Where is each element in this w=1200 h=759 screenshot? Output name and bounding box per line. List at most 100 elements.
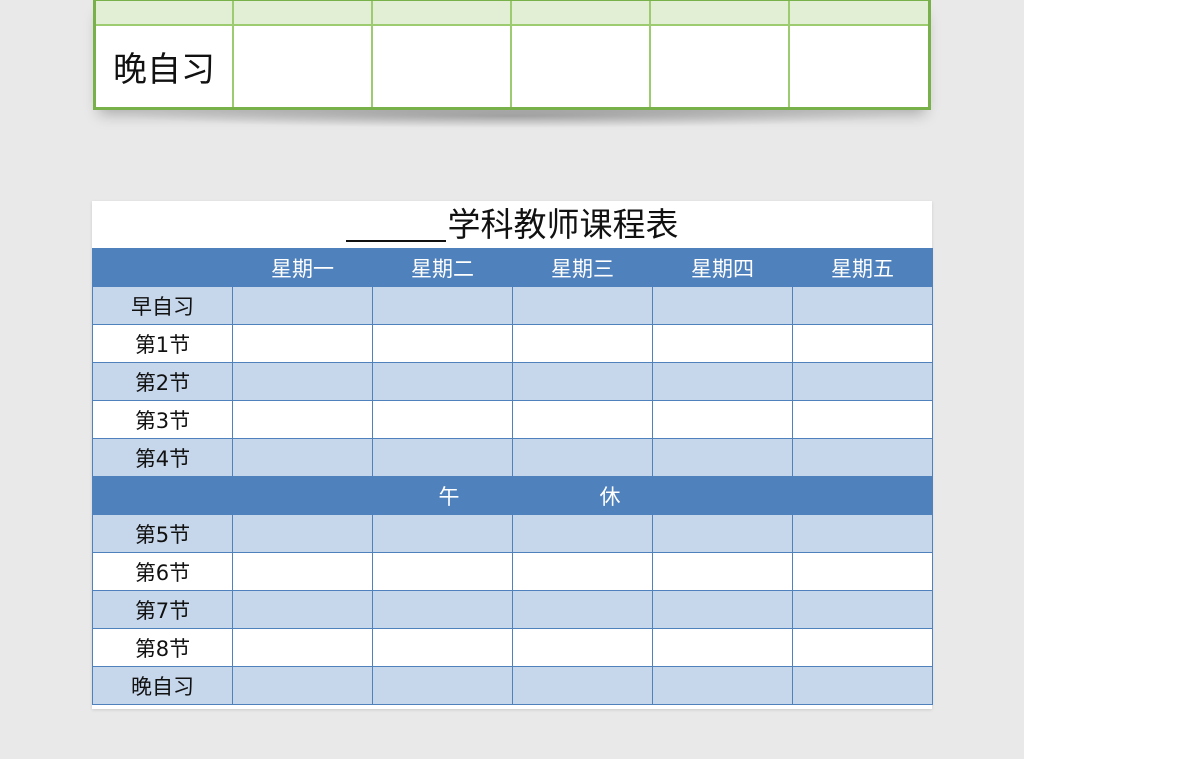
period-label[interactable]: 第8节 bbox=[92, 628, 233, 667]
schedule-cell[interactable] bbox=[372, 628, 513, 667]
green-schedule-table: 晚自习 bbox=[93, 0, 931, 110]
day-header[interactable]: 星期三 bbox=[512, 248, 653, 287]
schedule-cell[interactable] bbox=[512, 666, 653, 705]
schedule-title: 学科教师课程表 bbox=[447, 205, 679, 244]
schedule-cell[interactable] bbox=[652, 666, 793, 705]
table-row: 第6节 bbox=[92, 552, 933, 591]
schedule-grid: 星期一 星期二 星期三 星期四 星期五 早自习 第1节 第2节 第3节 第4节 … bbox=[92, 248, 933, 705]
period-label[interactable]: 第2节 bbox=[92, 362, 233, 401]
schedule-cell[interactable] bbox=[512, 286, 653, 325]
day-header[interactable]: 星期五 bbox=[792, 248, 933, 287]
schedule-cell[interactable] bbox=[372, 514, 513, 553]
green-cell[interactable] bbox=[512, 1, 651, 24]
green-cell[interactable] bbox=[96, 1, 234, 24]
schedule-cell[interactable] bbox=[792, 362, 933, 401]
schedule-cell[interactable] bbox=[512, 590, 653, 629]
schedule-cell[interactable] bbox=[792, 666, 933, 705]
green-cell[interactable] bbox=[651, 26, 790, 107]
green-cell[interactable] bbox=[790, 1, 928, 24]
schedule-cell[interactable] bbox=[512, 552, 653, 591]
schedule-cell[interactable] bbox=[792, 324, 933, 363]
schedule-cell[interactable] bbox=[372, 666, 513, 705]
table-row: 第8节 bbox=[92, 628, 933, 667]
day-header[interactable]: 星期二 bbox=[372, 248, 513, 287]
period-label[interactable]: 晚自习 bbox=[92, 666, 233, 705]
schedule-cell[interactable] bbox=[232, 438, 373, 477]
schedule-cell[interactable] bbox=[512, 628, 653, 667]
schedule-cell[interactable] bbox=[512, 362, 653, 401]
schedule-cell[interactable] bbox=[652, 552, 793, 591]
schedule-cell[interactable] bbox=[652, 438, 793, 477]
schedule-cell[interactable] bbox=[792, 590, 933, 629]
green-cell[interactable] bbox=[234, 26, 373, 107]
table-row: 第1节 bbox=[92, 324, 933, 363]
schedule-cell[interactable] bbox=[232, 590, 373, 629]
schedule-cell[interactable] bbox=[232, 666, 373, 705]
green-cell[interactable] bbox=[512, 26, 651, 107]
schedule-cell[interactable] bbox=[232, 514, 373, 553]
lunch-break-cell[interactable]: 午 休 bbox=[92, 476, 933, 515]
table-row: 第7节 bbox=[92, 590, 933, 629]
schedule-cell[interactable] bbox=[792, 438, 933, 477]
schedule-cell[interactable] bbox=[372, 552, 513, 591]
schedule-cell[interactable] bbox=[512, 324, 653, 363]
blue-schedule-table: 学科教师课程表 星期一 星期二 星期三 星期四 星期五 早自习 第1节 第2节 … bbox=[92, 201, 933, 709]
schedule-cell[interactable] bbox=[372, 286, 513, 325]
worksheet-canvas: 晚自习 学科教师课程表 星期一 星期二 星期三 星期四 星期五 早自习 第1节 … bbox=[0, 0, 1024, 759]
period-label[interactable]: 第7节 bbox=[92, 590, 233, 629]
day-header[interactable]: 星期四 bbox=[652, 248, 793, 287]
period-label[interactable]: 早自习 bbox=[92, 286, 233, 325]
schedule-cell[interactable] bbox=[232, 400, 373, 439]
schedule-cell[interactable] bbox=[652, 400, 793, 439]
header-corner-cell[interactable] bbox=[92, 248, 233, 287]
lunch-break-char: 午 bbox=[438, 484, 460, 509]
lunch-break-char: 休 bbox=[599, 484, 621, 509]
schedule-title-row: 学科教师课程表 bbox=[92, 201, 932, 248]
schedule-cell[interactable] bbox=[372, 590, 513, 629]
schedule-cell[interactable] bbox=[652, 362, 793, 401]
schedule-cell[interactable] bbox=[372, 400, 513, 439]
schedule-cell[interactable] bbox=[792, 514, 933, 553]
schedule-cell[interactable] bbox=[652, 286, 793, 325]
green-table-row: 晚自习 bbox=[96, 26, 928, 107]
lunch-break-row: 午 休 bbox=[92, 476, 933, 515]
schedule-cell[interactable] bbox=[232, 552, 373, 591]
table-row: 晚自习 bbox=[92, 666, 933, 705]
table-row: 早自习 bbox=[92, 286, 933, 325]
green-cell[interactable] bbox=[373, 1, 512, 24]
period-label[interactable]: 第4节 bbox=[92, 438, 233, 477]
schedule-cell[interactable] bbox=[512, 514, 653, 553]
green-cell[interactable] bbox=[790, 26, 928, 107]
schedule-cell[interactable] bbox=[792, 286, 933, 325]
schedule-cell[interactable] bbox=[232, 362, 373, 401]
subject-blank-line[interactable] bbox=[345, 207, 446, 242]
schedule-cell[interactable] bbox=[512, 438, 653, 477]
day-header[interactable]: 星期一 bbox=[232, 248, 373, 287]
schedule-cell[interactable] bbox=[372, 362, 513, 401]
green-cell[interactable] bbox=[373, 26, 512, 107]
schedule-cell[interactable] bbox=[512, 400, 653, 439]
schedule-cell[interactable] bbox=[792, 400, 933, 439]
schedule-cell[interactable] bbox=[232, 628, 373, 667]
green-row-label: 晚自习 bbox=[113, 50, 215, 90]
period-label[interactable]: 第3节 bbox=[92, 400, 233, 439]
period-label[interactable]: 第1节 bbox=[92, 324, 233, 363]
table-row: 第5节 bbox=[92, 514, 933, 553]
schedule-cell[interactable] bbox=[232, 324, 373, 363]
schedule-cell[interactable] bbox=[652, 590, 793, 629]
schedule-cell[interactable] bbox=[792, 628, 933, 667]
schedule-cell[interactable] bbox=[652, 324, 793, 363]
period-label[interactable]: 第5节 bbox=[92, 514, 233, 553]
schedule-cell[interactable] bbox=[232, 286, 373, 325]
green-row-label-cell[interactable]: 晚自习 bbox=[96, 26, 234, 107]
table-row: 第4节 bbox=[92, 438, 933, 477]
schedule-cell[interactable] bbox=[372, 324, 513, 363]
schedule-cell[interactable] bbox=[652, 514, 793, 553]
table-row: 第2节 bbox=[92, 362, 933, 401]
green-cell[interactable] bbox=[651, 1, 790, 24]
schedule-cell[interactable] bbox=[792, 552, 933, 591]
period-label[interactable]: 第6节 bbox=[92, 552, 233, 591]
schedule-cell[interactable] bbox=[652, 628, 793, 667]
schedule-cell[interactable] bbox=[372, 438, 513, 477]
green-cell[interactable] bbox=[234, 1, 373, 24]
